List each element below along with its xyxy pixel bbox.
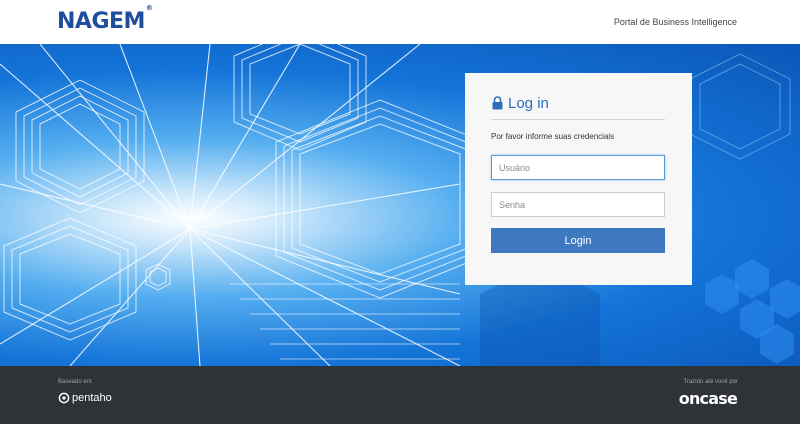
pentaho-logo[interactable]: pentaho xyxy=(58,392,112,404)
registered-mark: ® xyxy=(145,3,153,12)
login-title: Log in xyxy=(491,93,549,113)
login-card: Log in Por favor informe suas credenciai… xyxy=(465,73,692,285)
lock-icon xyxy=(492,96,503,110)
brought-by-label: Trazido até você por xyxy=(683,379,738,385)
nagem-logo[interactable]: NAGEM® xyxy=(57,4,153,34)
logo-text: NAGEM xyxy=(57,9,145,34)
divider xyxy=(491,119,665,120)
login-button[interactable]: Login xyxy=(491,228,665,253)
powered-by-label: Baseado em xyxy=(58,379,92,385)
login-subtitle: Por favor informe suas credenciais xyxy=(491,132,615,141)
header: NAGEM® Portal de Business Intelligence xyxy=(0,0,800,44)
username-input[interactable] xyxy=(491,155,665,180)
pentaho-brand: pentaho xyxy=(72,392,112,404)
portal-title: Portal de Business Intelligence xyxy=(613,17,737,27)
login-title-text: Log in xyxy=(508,94,549,112)
oncase-logo[interactable]: oncase xyxy=(679,389,738,408)
footer: Baseado em pentaho Trazido até você por … xyxy=(0,366,800,424)
password-input[interactable] xyxy=(491,192,665,217)
pentaho-icon xyxy=(58,392,70,404)
